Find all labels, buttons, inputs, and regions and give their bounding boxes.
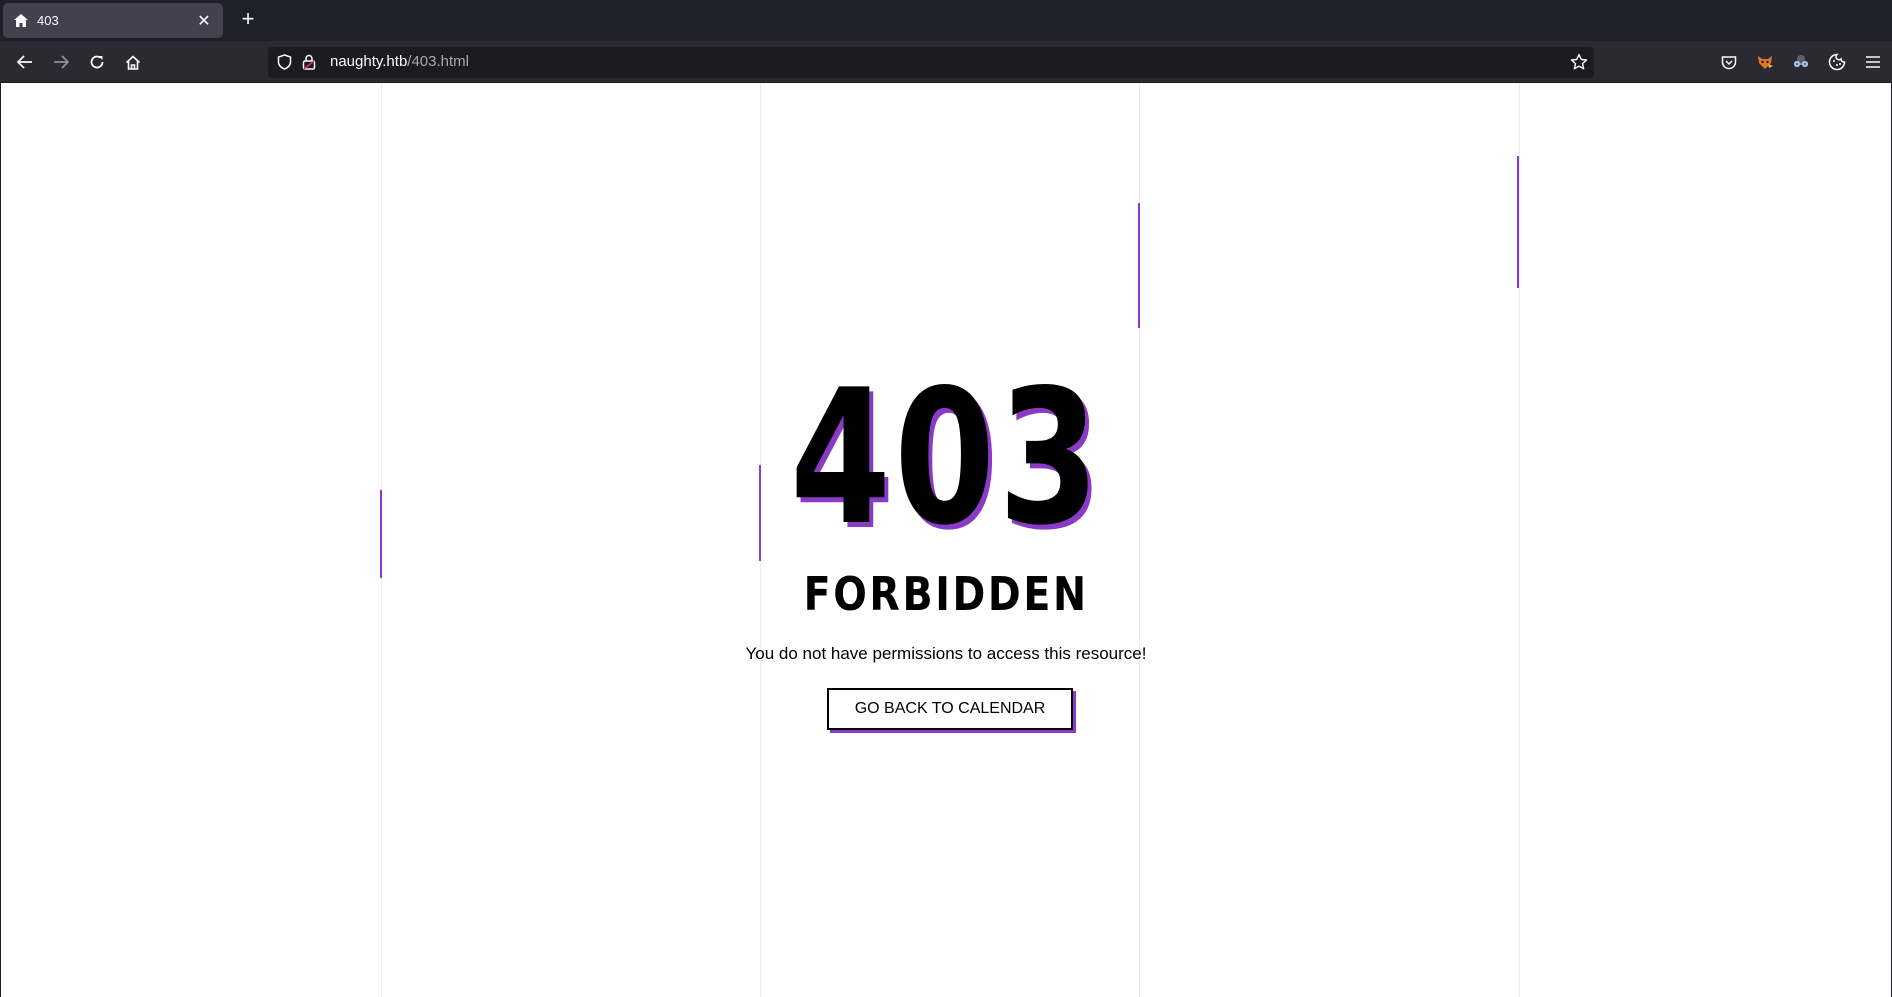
error-content: 403 FORBIDDEN You do not have permission…: [1, 83, 1891, 997]
home-icon[interactable]: [120, 49, 146, 75]
url-bar[interactable]: naughty.htb/403.html: [268, 47, 1594, 78]
menu-icon[interactable]: [1860, 49, 1886, 75]
bookmark-star-icon[interactable]: [1570, 53, 1588, 76]
extension-fox-icon[interactable]: [1752, 49, 1778, 75]
error-message: You do not have permissions to access th…: [745, 644, 1147, 663]
url-text: naughty.htb/403.html: [330, 53, 469, 71]
close-icon[interactable]: ✕: [195, 11, 213, 31]
error-code: 403: [790, 349, 1103, 566]
pocket-icon[interactable]: [1716, 49, 1742, 75]
page-viewport: 403 FORBIDDEN You do not have permission…: [1, 83, 1891, 997]
extension-glasses-icon[interactable]: [1788, 49, 1814, 75]
tab-bar: 403 ✕ +: [0, 0, 1892, 41]
lock-icon[interactable]: [302, 54, 316, 75]
new-tab-button[interactable]: +: [236, 8, 260, 32]
forward-icon[interactable]: [48, 49, 74, 75]
go-back-to-calendar-button[interactable]: GO BACK TO CALENDAR: [827, 688, 1073, 730]
home-icon: [13, 13, 29, 29]
reload-icon[interactable]: [84, 49, 110, 75]
tab-title: 403: [37, 13, 59, 28]
error-title: FORBIDDEN: [803, 567, 1089, 621]
url-path: /403.html: [407, 53, 469, 70]
browser-tab[interactable]: 403 ✕: [3, 3, 223, 38]
url-host: naughty.htb: [330, 53, 408, 70]
extension-cookie-icon[interactable]: [1824, 49, 1850, 75]
tracking-shield-icon[interactable]: [277, 54, 292, 75]
back-icon[interactable]: [12, 49, 38, 75]
